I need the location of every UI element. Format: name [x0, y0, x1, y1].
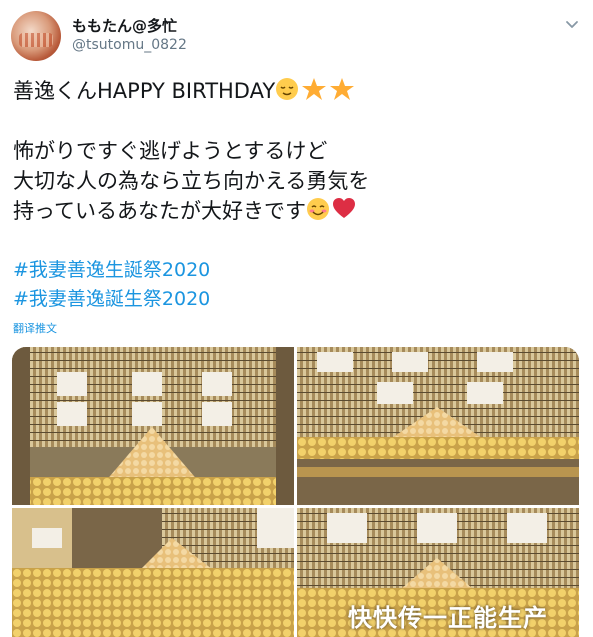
media-grid — [12, 347, 579, 637]
red-heart-emoji — [332, 197, 358, 228]
user-handle[interactable]: @tsutomu_0822 — [72, 37, 187, 53]
tweet-text-line-1: 善逸くんHAPPY BIRTHDAY — [13, 77, 357, 108]
hashtag-link[interactable]: #我妻善逸生誕祭2020 — [13, 257, 210, 283]
tweet-text-birthday: 善逸くんHAPPY BIRTHDAY — [13, 79, 276, 103]
star-emoji — [329, 77, 357, 108]
tweet-photo[interactable] — [12, 508, 294, 637]
relieved-face-emoji — [275, 77, 301, 108]
tweet-photo[interactable] — [297, 347, 579, 505]
avatar[interactable] — [11, 11, 61, 61]
tweet-text-line-4: 大切な人の為なら立ち向かえる勇気を — [13, 169, 370, 193]
display-name[interactable]: ももたん@多忙 — [72, 15, 177, 36]
watermark-text: 快快传一正能生产 — [348, 604, 548, 632]
tweet-text-line-3: 怖がりですぐ逃げようとするけど — [13, 139, 328, 163]
chevron-down-icon[interactable] — [565, 16, 579, 30]
hashtag-link[interactable]: #我妻善逸誕生祭2020 — [13, 286, 210, 312]
translate-tweet-link[interactable]: 翻译推文 — [13, 320, 57, 336]
smiling-face-emoji — [306, 197, 332, 228]
star-emoji — [301, 77, 329, 108]
tweet-photo[interactable] — [12, 347, 294, 505]
tweet-text-love: 持っているあなたが大好きです — [13, 199, 306, 223]
tweet-text-line-5: 持っているあなたが大好きです — [13, 197, 358, 228]
